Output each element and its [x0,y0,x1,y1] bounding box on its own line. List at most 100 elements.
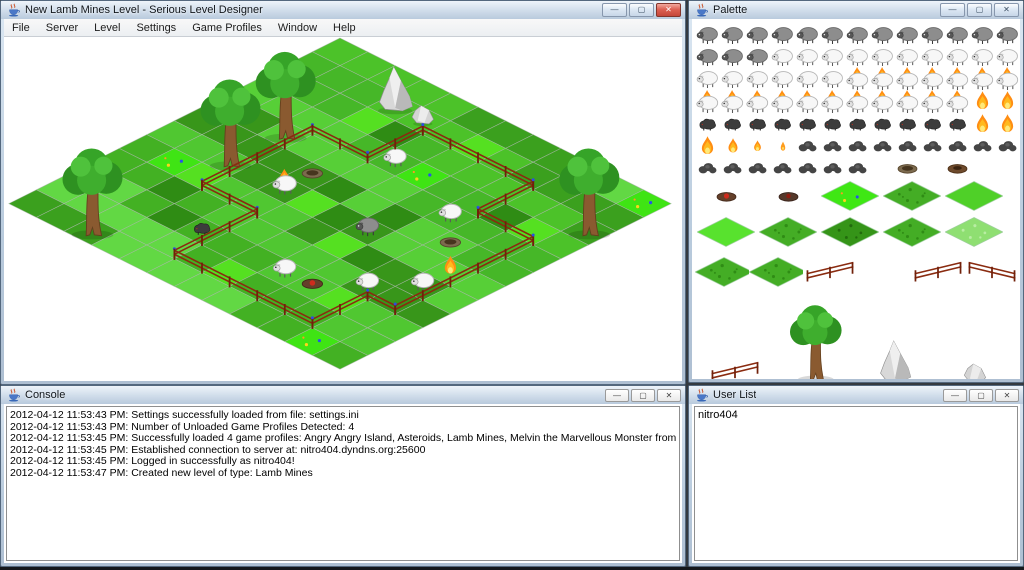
user-list-item[interactable]: nitro404 [695,407,1017,421]
tile-tex-sprite[interactable] [695,257,749,287]
sheep-burning-sprite[interactable] [971,67,994,90]
sheep-burning-sprite[interactable] [746,90,769,113]
sheep-white-sprite[interactable] [896,47,919,66]
minimize-button[interactable]: — [940,3,965,17]
sheep-gray-sprite[interactable] [846,25,869,44]
sheep-white-sprite[interactable] [696,69,719,88]
close-button[interactable]: ✕ [657,389,681,402]
sheep-white-sprite[interactable] [746,69,769,88]
sheep-burning-sprite[interactable] [821,90,844,113]
sheep-burning-sprite[interactable] [996,67,1019,90]
level-canvas[interactable] [4,37,682,381]
fence-nw-sprite[interactable] [966,259,1018,285]
sheep-gray-sprite[interactable] [696,47,719,66]
menu-level[interactable]: Level [86,20,128,36]
sheep-gray-sprite[interactable] [721,47,744,66]
mine-red-sprite[interactable] [715,190,738,202]
sheep-white-sprite[interactable] [871,47,894,66]
sheep-burnt-sprite[interactable] [747,117,768,131]
sheep-white-sprite[interactable] [996,47,1019,66]
fence-ne-sprite[interactable] [709,359,761,379]
flame-small-sprite[interactable] [753,140,762,153]
sheep-burning-sprite[interactable] [946,67,969,90]
sheep-burnt-sprite[interactable] [897,117,918,131]
tile-tex-sprite[interactable] [883,217,941,247]
sheep-gray-sprite[interactable] [721,25,744,44]
sheep-white-sprite[interactable] [771,69,794,88]
sheep-white-sprite[interactable] [796,69,819,88]
sheep-burning-sprite[interactable] [921,67,944,90]
tile-pale-sprite[interactable] [945,217,1003,247]
sheep-burning-sprite[interactable] [896,90,919,113]
sheep-white-sprite[interactable] [946,47,969,66]
sheep-burnt-sprite[interactable] [772,117,793,131]
smoke-sprite[interactable] [822,161,843,175]
sheep-gray-sprite[interactable] [746,25,769,44]
sheep-burnt-sprite[interactable] [947,117,968,131]
sheep-gray-sprite[interactable] [946,25,969,44]
smoke-sprite[interactable] [722,161,743,175]
user-list[interactable]: nitro404 [694,406,1018,561]
menu-help[interactable]: Help [325,20,364,36]
menu-settings[interactable]: Settings [128,20,184,36]
palette-titlebar[interactable]: Palette — ▢ ✕ [689,1,1023,19]
tile-tex-sprite[interactable] [749,257,803,287]
sheep-burning-sprite[interactable] [921,90,944,113]
level-map[interactable] [4,37,682,381]
fence-ne-sprite[interactable] [804,259,856,285]
sheep-gray-sprite[interactable] [771,25,794,44]
console-titlebar[interactable]: Console — ▢ ✕ [1,386,685,404]
sheep-white-sprite[interactable] [721,69,744,88]
flame-med-sprite[interactable] [727,138,739,155]
sheep-burning-sprite[interactable] [796,90,819,113]
main-titlebar[interactable]: New Lamb Mines Level - Serious Level Des… [1,1,685,19]
sheep-burnt-sprite[interactable] [797,117,818,131]
sheep-burnt-sprite[interactable] [697,117,718,131]
smoke-sprite[interactable] [947,139,968,153]
flame-big-sprite[interactable] [1000,91,1015,112]
maximize-button[interactable]: ▢ [967,3,992,17]
minimize-button[interactable]: — [605,389,629,402]
user-list-titlebar[interactable]: User List — ▢ ✕ [689,386,1023,404]
sheep-burning-sprite[interactable] [771,90,794,113]
close-button[interactable]: ✕ [994,3,1019,17]
sheep-burning-sprite[interactable] [896,67,919,90]
menu-file[interactable]: File [4,20,38,36]
flame-drop-sprite[interactable] [780,141,786,152]
sheep-gray-sprite[interactable] [696,25,719,44]
menu-window[interactable]: Window [270,20,325,36]
sheep-burnt-sprite[interactable] [822,117,843,131]
maximize-button[interactable]: ▢ [631,389,655,402]
sheep-burning-sprite[interactable] [696,90,719,113]
flame-big-sprite[interactable] [975,91,990,112]
maximize-button[interactable]: ▢ [629,3,654,17]
smoke-sprite[interactable] [997,139,1018,153]
smoke-sprite[interactable] [847,161,868,175]
sheep-white-sprite[interactable] [771,47,794,66]
sheep-burnt-sprite[interactable] [722,117,743,131]
smoke-sprite[interactable] [922,139,943,153]
mine-brown-sprite[interactable] [946,162,969,174]
tile-dark-sprite[interactable] [821,217,879,247]
tile-light-sprite[interactable] [697,217,755,247]
sheep-burnt-sprite[interactable] [847,117,868,131]
minimize-button[interactable]: — [602,3,627,17]
tile-flower-sprite[interactable] [821,181,879,211]
sheep-gray-sprite[interactable] [921,25,944,44]
smoke-sprite[interactable] [797,139,818,153]
smoke-sprite[interactable] [772,161,793,175]
tree-sprite[interactable] [778,299,852,379]
sheep-gray-sprite[interactable] [971,25,994,44]
mine-hole-sprite[interactable] [896,162,919,174]
sheep-burning-sprite[interactable] [946,90,969,113]
sheep-white-sprite[interactable] [971,47,994,66]
close-button[interactable]: ✕ [995,389,1019,402]
smoke-sprite[interactable] [972,139,993,153]
rock-small-sprite[interactable] [962,361,988,379]
smoke-sprite[interactable] [847,139,868,153]
smoke-sprite[interactable] [797,161,818,175]
sheep-burning-sprite[interactable] [871,67,894,90]
maximize-button[interactable]: ▢ [969,389,993,402]
map-mine-hole[interactable] [302,169,322,178]
smoke-sprite[interactable] [747,161,768,175]
